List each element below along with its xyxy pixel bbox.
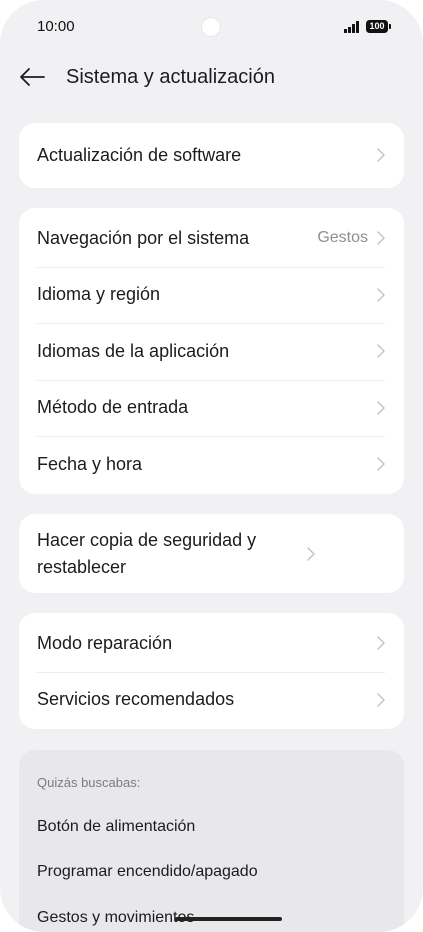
- list-item-system-navigation[interactable]: Navegación por el sistema Gestos: [19, 210, 404, 267]
- status-time: 10:00: [37, 18, 75, 35]
- suggestion-gestures[interactable]: Gestos y movimientos: [37, 908, 194, 928]
- list-item-language-region[interactable]: Idioma y región: [19, 266, 404, 324]
- chevron-right-icon: [377, 288, 385, 302]
- chevron-right-icon: [377, 231, 385, 245]
- camera-cutout: [202, 18, 220, 36]
- home-indicator[interactable]: [175, 917, 282, 921]
- list-item-label: Servicios recomendados: [37, 689, 235, 710]
- page-title: Sistema y actualización: [66, 66, 275, 88]
- backup-card: Hacer copia de seguridad y restablecer: [19, 514, 404, 593]
- list-item-input-method[interactable]: Método de entrada: [19, 379, 404, 437]
- chevron-right-icon: [377, 148, 385, 162]
- list-item-app-languages[interactable]: Idiomas de la aplicación: [19, 323, 404, 380]
- settings-screen: 10:00 100 Sistema y actualización Actual…: [0, 0, 423, 932]
- system-settings-card: Navegación por el sistema Gestos Idioma …: [19, 208, 404, 494]
- software-update-card: Actualización de software: [19, 123, 404, 188]
- signal-icon: [344, 21, 360, 33]
- list-item-software-update[interactable]: Actualización de software: [19, 127, 404, 184]
- battery-icon: 100: [366, 20, 388, 33]
- list-item-repair-mode[interactable]: Modo reparación: [19, 615, 404, 672]
- list-item-label: Actualización de software: [37, 144, 242, 165]
- battery-nub: [389, 24, 391, 29]
- chevron-right-icon: [377, 457, 385, 471]
- list-item-value: Gestos: [317, 229, 368, 247]
- list-item-label: Hacer copia de seguridad y restablecer: [37, 529, 257, 577]
- list-item-label: Fecha y hora: [37, 453, 143, 474]
- chevron-right-icon: [377, 344, 385, 358]
- suggestion-schedule-power[interactable]: Programar encendido/apagado: [37, 862, 258, 882]
- chevron-right-icon: [377, 693, 385, 707]
- chevron-right-icon: [377, 401, 385, 415]
- list-item-label: Idiomas de la aplicación: [37, 340, 230, 361]
- suggestions-heading: Quizás buscabas:: [37, 775, 141, 790]
- list-item-label: Modo reparación: [37, 632, 173, 653]
- list-item-recommended-services[interactable]: Servicios recomendados: [19, 671, 404, 729]
- list-item-date-time[interactable]: Fecha y hora: [19, 436, 404, 493]
- chevron-right-icon: [307, 546, 315, 561]
- list-item-label: Idioma y región: [37, 284, 161, 305]
- repair-services-card: Modo reparación Servicios recomendados: [19, 613, 404, 729]
- back-arrow-icon[interactable]: [19, 67, 45, 87]
- list-item-label: Método de entrada: [37, 397, 189, 418]
- chevron-right-icon: [377, 636, 385, 650]
- list-item-label: Navegación por el sistema: [37, 227, 250, 248]
- list-item-backup-reset[interactable]: Hacer copia de seguridad y restablecer: [19, 514, 404, 593]
- suggestions-card: Quizás buscabas: Botón de alimentación P…: [19, 750, 404, 932]
- suggestion-power-button[interactable]: Botón de alimentación: [37, 817, 195, 837]
